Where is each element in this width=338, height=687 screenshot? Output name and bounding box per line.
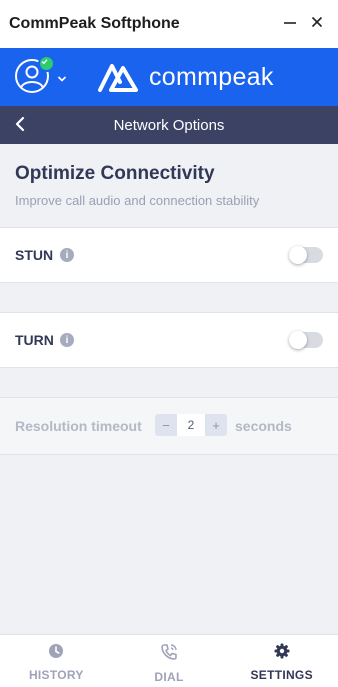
info-icon[interactable]: i xyxy=(60,248,74,262)
section-description: Improve call audio and connection stabil… xyxy=(15,193,260,208)
page-header: Network Options xyxy=(0,106,338,144)
gear-icon xyxy=(274,643,290,659)
minimize-icon[interactable] xyxy=(283,15,297,33)
toggle-knob xyxy=(289,246,307,264)
tab-history-label: HISTORY xyxy=(28,668,84,682)
logo-mark-icon xyxy=(98,64,138,92)
turn-label: TURN xyxy=(15,332,54,348)
tab-history[interactable]: HISTORY xyxy=(0,635,113,687)
tab-dial-label: DIAL xyxy=(154,670,184,684)
stun-toggle[interactable] xyxy=(289,246,323,264)
clock-icon xyxy=(49,644,64,658)
increment-button[interactable]: + xyxy=(205,414,227,436)
brand-logo-text: commpeak xyxy=(149,62,274,91)
avatar[interactable] xyxy=(15,55,55,95)
page-title: Network Options xyxy=(113,116,225,134)
info-icon[interactable]: i xyxy=(60,333,74,347)
timeout-stepper: − 2 + xyxy=(155,414,227,436)
bottom-tab-bar: HISTORY DIAL SETTINGS xyxy=(0,634,338,687)
tab-settings[interactable]: SETTINGS xyxy=(225,635,338,687)
close-icon[interactable] xyxy=(311,16,323,32)
title-bar: CommPeak Softphone xyxy=(0,0,338,48)
timeout-unit: seconds xyxy=(235,418,292,434)
tab-settings-label: SETTINGS xyxy=(250,668,313,682)
chevron-left-icon[interactable] xyxy=(14,116,26,137)
turn-row: TURN i xyxy=(0,312,338,368)
timeout-label: Resolution timeout xyxy=(15,418,142,434)
phone-icon xyxy=(161,644,177,660)
timeout-value[interactable]: 2 xyxy=(177,414,205,436)
section-title: Optimize Connectivity xyxy=(15,163,215,184)
tab-dial[interactable]: DIAL xyxy=(113,635,226,687)
turn-toggle[interactable] xyxy=(289,331,323,349)
brand-bar: commpeak xyxy=(0,48,338,106)
presence-indicator xyxy=(38,55,55,72)
stun-row: STUN i xyxy=(0,227,338,283)
app-title: CommPeak Softphone xyxy=(9,15,180,32)
section-header: Optimize Connectivity Improve call audio… xyxy=(15,163,259,208)
decrement-button[interactable]: − xyxy=(155,414,177,436)
toggle-knob xyxy=(289,331,307,349)
chevron-down-icon[interactable] xyxy=(57,70,67,88)
resolution-timeout-row: Resolution timeout − 2 + seconds xyxy=(0,397,338,455)
window-controls xyxy=(283,15,323,33)
stun-label: STUN xyxy=(15,247,54,263)
brand-logo: commpeak xyxy=(97,61,274,93)
